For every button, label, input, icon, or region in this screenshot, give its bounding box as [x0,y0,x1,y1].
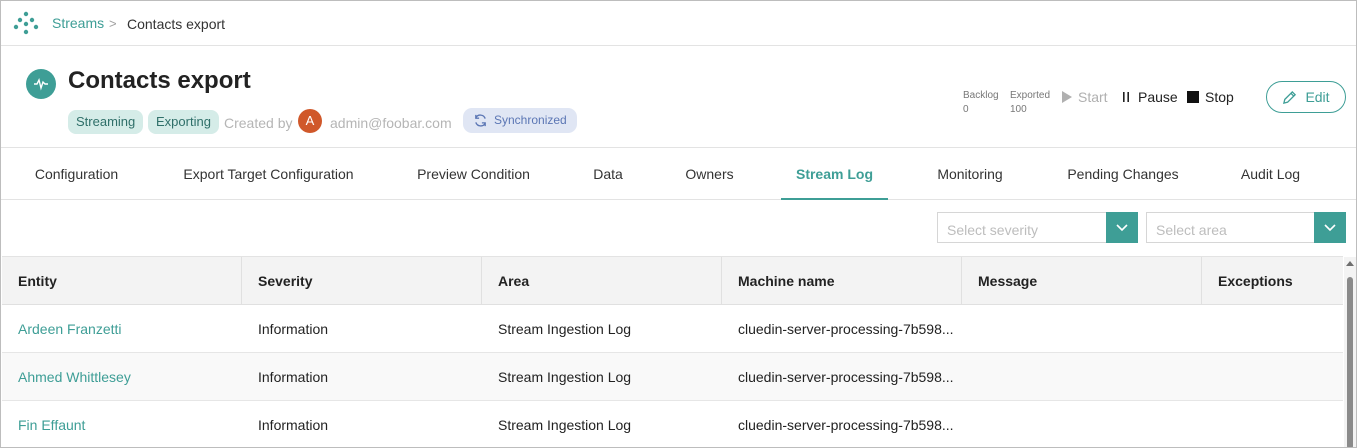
sync-status-label: Synchronized [494,113,567,127]
scrollbar-thumb[interactable] [1347,277,1353,447]
tab-data[interactable]: Data [581,148,635,200]
tab-bar: Configuration Export Target Configuratio… [1,147,1356,200]
tab-preview-condition[interactable]: Preview Condition [403,148,544,200]
start-label: Start [1078,89,1108,105]
chevron-down-icon [1324,224,1336,232]
tab-owners[interactable]: Owners [672,148,747,200]
tab-configuration[interactable]: Configuration [19,148,134,200]
table-header: Entity Severity Area Machine name Messag… [2,256,1343,305]
table-row: Fin Effaunt Information Stream Ingestion… [2,401,1343,447]
exported-value: 100 [1010,104,1027,115]
severity-cell: Information [258,417,329,433]
message-cell [962,305,978,353]
exported-label: Exported [1010,90,1051,101]
app-logo-icon[interactable] [13,11,39,35]
column-header-entity[interactable]: Entity [2,257,242,305]
sync-status-badge: Synchronized [463,108,577,133]
stop-icon [1187,91,1199,103]
area-cell: Stream Ingestion Log [498,369,632,385]
table-row: Ardeen Franzetti Information Stream Inge… [2,305,1343,353]
machine-name-cell: cluedin-server-processing-7b598... [738,417,954,433]
scroll-up-arrow-icon[interactable] [1346,261,1354,266]
created-by-label: Created by [224,115,293,131]
stop-label: Stop [1205,89,1234,105]
severity-cell: Information [258,369,329,385]
stop-button[interactable]: Stop [1187,89,1234,105]
severity-dropdown-button[interactable] [1106,212,1138,243]
machine-name-cell: cluedin-server-processing-7b598... [738,369,954,385]
stream-icon [26,69,56,99]
entity-link[interactable]: Ahmed Whittlesey [2,353,131,401]
pause-icon [1123,92,1129,102]
pause-button[interactable]: Pause [1121,89,1178,105]
tab-pending-changes[interactable]: Pending Changes [1054,148,1192,200]
column-header-area[interactable]: Area [482,257,722,305]
status-badge-streaming: Streaming [68,110,144,134]
breadcrumb: Streams > Contacts export [1,1,1356,46]
backlog-value: 0 [963,104,969,115]
area-select[interactable]: Select area [1146,212,1346,243]
sync-icon [475,114,486,127]
area-cell: Stream Ingestion Log [498,321,632,337]
message-cell [962,401,978,447]
message-cell [962,353,978,401]
tab-export-target-configuration[interactable]: Export Target Configuration [166,148,371,200]
edit-button[interactable]: Edit [1266,81,1346,113]
column-header-message[interactable]: Message [962,257,1202,305]
area-placeholder: Select area [1156,222,1227,238]
column-header-machine-name[interactable]: Machine name [722,257,962,305]
machine-name-cell: cluedin-server-processing-7b598... [738,321,954,337]
pencil-icon [1283,90,1297,104]
table-scrollbar[interactable] [1344,257,1356,447]
column-header-severity[interactable]: Severity [242,257,482,305]
tab-audit-log[interactable]: Audit Log [1227,148,1314,200]
tab-stream-log[interactable]: Stream Log [781,148,888,200]
play-icon [1062,91,1072,103]
exported-stat: Exported 100 [1010,89,1050,117]
severity-placeholder: Select severity [947,222,1039,238]
pause-label: Pause [1138,89,1178,105]
area-cell: Stream Ingestion Log [498,417,632,433]
severity-cell: Information [258,321,329,337]
entity-link[interactable]: Fin Effaunt [2,401,85,447]
start-button[interactable]: Start [1061,89,1108,105]
severity-select[interactable]: Select severity [937,212,1138,243]
tab-monitoring[interactable]: Monitoring [923,148,1017,200]
edit-label: Edit [1305,89,1330,105]
exceptions-cell [1202,401,1218,447]
avatar[interactable]: A [298,109,322,133]
page-title: Contacts export [68,67,251,94]
entity-link[interactable]: Ardeen Franzetti [2,305,122,353]
table-row: Ahmed Whittlesey Information Stream Inge… [2,353,1343,401]
chevron-down-icon [1116,224,1128,232]
area-dropdown-button[interactable] [1314,212,1346,243]
status-badge-exporting: Exporting [148,110,219,134]
exceptions-cell [1202,305,1218,353]
backlog-stat: Backlog 0 [963,89,999,117]
column-header-exceptions[interactable]: Exceptions [1202,257,1343,305]
exceptions-cell [1202,353,1218,401]
breadcrumb-current: Contacts export [127,16,226,32]
breadcrumb-separator: > [109,16,117,31]
breadcrumb-streams-link[interactable]: Streams [52,15,104,31]
created-by-user: admin@foobar.com [330,115,452,131]
backlog-label: Backlog [963,90,999,101]
app-window: Streams > Contacts export Contacts expor… [0,0,1357,448]
